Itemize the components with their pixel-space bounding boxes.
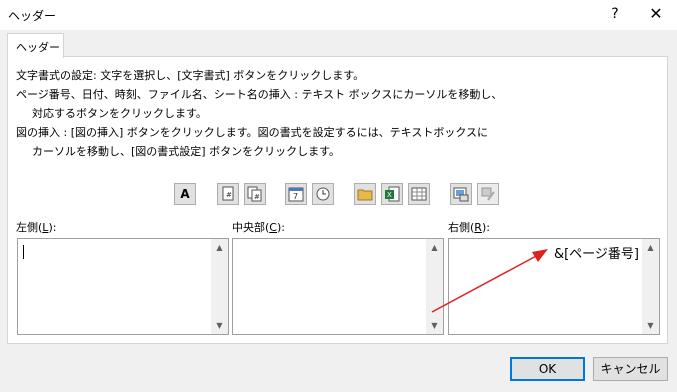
insert-time-button[interactable] xyxy=(312,183,334,205)
svg-text:#: # xyxy=(226,191,232,199)
insert-date-button[interactable]: 7 xyxy=(285,183,307,205)
left-section-scrollbar[interactable]: ▲ ▼ xyxy=(211,239,228,334)
right-section-scrollbar[interactable]: ▲ ▼ xyxy=(642,239,659,334)
file-path-icon xyxy=(357,189,373,201)
format-text-icon: A xyxy=(180,187,190,201)
scroll-up-icon[interactable]: ▲ xyxy=(426,239,443,256)
window-title: ヘッダー xyxy=(8,9,57,23)
text-cursor xyxy=(23,245,24,259)
instruction-line-4: 図の挿入 : [図の挿入] ボタンをクリックします。図の書式を設定するには、テキ… xyxy=(16,126,489,139)
left-section-input[interactable]: ▲ ▼ xyxy=(17,238,229,335)
sheet-name-icon xyxy=(411,187,427,201)
svg-text:7: 7 xyxy=(293,192,298,201)
tab-header[interactable]: ヘッダー xyxy=(7,33,64,58)
svg-text:X: X xyxy=(387,191,392,199)
center-section-scrollbar[interactable]: ▲ ▼ xyxy=(426,239,443,334)
scroll-up-icon[interactable]: ▲ xyxy=(642,239,659,256)
cancel-button[interactable]: キャンセル xyxy=(593,357,668,381)
left-section-label: 左側(L): xyxy=(16,221,57,234)
scroll-down-icon[interactable]: ▼ xyxy=(642,317,659,334)
help-button[interactable]: ? xyxy=(600,3,630,25)
insert-sheet-name-button[interactable] xyxy=(408,183,430,205)
format-picture-icon xyxy=(481,187,495,201)
date-icon: 7 xyxy=(288,187,304,202)
center-section-input[interactable]: ▲ ▼ xyxy=(232,238,444,335)
svg-text:#: # xyxy=(254,193,260,201)
close-button[interactable]: ✕ xyxy=(640,3,672,25)
insert-page-number-button[interactable]: # xyxy=(217,183,239,205)
insert-number-of-pages-button[interactable]: # xyxy=(244,183,266,205)
instruction-line-1: 文字書式の設定: 文字を選択し、[文字書式] ボタンをクリックします。 xyxy=(16,69,365,82)
file-name-icon: X xyxy=(385,186,400,202)
format-text-button[interactable]: A xyxy=(174,183,196,205)
insert-file-path-button[interactable] xyxy=(354,183,376,205)
scroll-down-icon[interactable]: ▼ xyxy=(426,317,443,334)
scroll-up-icon[interactable]: ▲ xyxy=(211,239,228,256)
center-section-label: 中央部(C): xyxy=(232,221,285,234)
instruction-line-2: ページ番号、日付、時刻、ファイル名、シート名の挿入 : テキスト ボックスにカー… xyxy=(16,88,503,101)
title-bar: ヘッダー ? ✕ xyxy=(0,0,677,30)
ok-button[interactable]: OK xyxy=(510,357,585,381)
instruction-line-3: 対応するボタンをクリックします。 xyxy=(32,107,207,120)
right-section-input[interactable]: &[ページ番号] ▲ ▼ xyxy=(448,238,660,335)
insert-picture-icon xyxy=(453,187,469,202)
page-number-field: &[ページ番号] xyxy=(553,247,639,262)
scroll-down-icon[interactable]: ▼ xyxy=(211,317,228,334)
insert-file-name-button[interactable]: X xyxy=(381,183,403,205)
instruction-line-5: カーソルを移動し、[図の書式設定] ボタンをクリックします。 xyxy=(32,145,340,158)
number-of-pages-icon: # xyxy=(247,186,262,202)
page-number-icon: # xyxy=(222,186,234,201)
format-picture-button[interactable] xyxy=(477,183,499,205)
right-section-label: 右側(R): xyxy=(448,221,490,234)
insert-picture-button[interactable] xyxy=(450,183,472,205)
time-icon xyxy=(316,187,330,201)
tab-header-label: ヘッダー xyxy=(16,41,60,54)
